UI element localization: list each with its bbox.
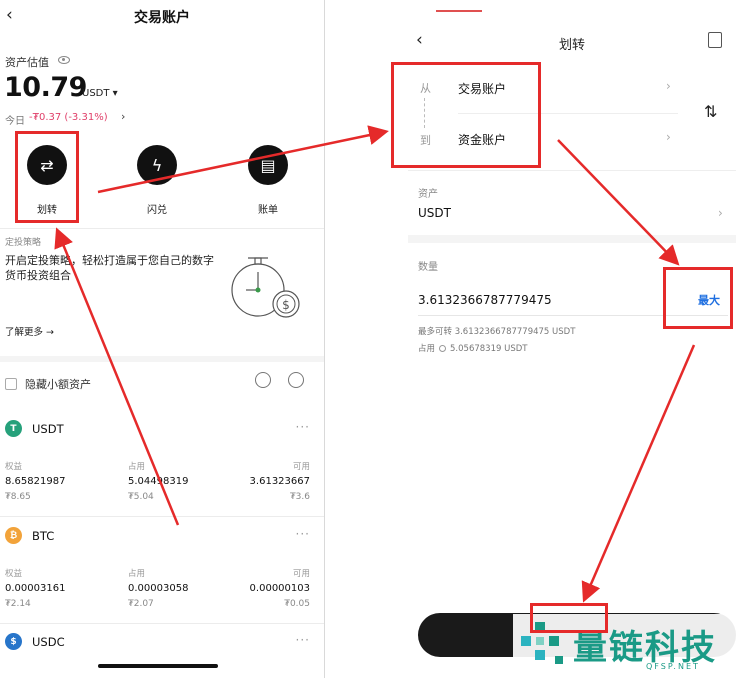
more-icon[interactable]: ··· xyxy=(296,633,310,647)
occupied-value: 5.05678319 USDT xyxy=(450,344,528,354)
equity-label: 权益 xyxy=(5,462,23,472)
highlight-accounts-box xyxy=(391,62,541,168)
occupied-text: 占用 5.05678319 USDT xyxy=(418,342,527,354)
eye-icon[interactable] xyxy=(58,56,70,64)
flash-exchange-label: 闪兑 xyxy=(147,205,167,216)
asset-estimate-label: 资产估值 xyxy=(5,56,49,69)
occupied-fiat: ₮5.04 xyxy=(128,492,154,502)
checkbox[interactable] xyxy=(5,377,17,390)
bill-label: 账单 xyxy=(258,205,278,216)
today-change: -₮0.37 (-3.31%) xyxy=(29,112,108,123)
available-label: 可用 xyxy=(292,569,310,579)
more-icon[interactable]: ··· xyxy=(296,420,310,434)
asset-symbol: USDC xyxy=(32,635,65,649)
divider xyxy=(0,516,324,517)
swap-accounts-icon[interactable]: ⇅ xyxy=(704,102,718,121)
svg-text:$: $ xyxy=(282,298,290,312)
home-indicator xyxy=(98,664,218,668)
page-title: 划转 xyxy=(558,38,585,53)
section-gap xyxy=(408,235,736,243)
asset-select[interactable]: USDT xyxy=(418,206,451,220)
hide-small-assets-toggle[interactable]: 隐藏小额资产 xyxy=(5,373,91,392)
watermark-sub: QFSP.NET xyxy=(646,662,700,671)
max-transferable-text: 最多可转 3.6132366787779475 USDT xyxy=(418,327,576,337)
equity-fiat: ₮2.14 xyxy=(5,599,31,609)
divider xyxy=(0,623,324,624)
equity-value: 8.65821987 xyxy=(5,476,66,487)
highlight-confirm-box xyxy=(530,603,608,633)
usdc-icon: $ xyxy=(5,633,22,650)
flash-exchange-icon: ϟ xyxy=(137,145,177,185)
search-icon[interactable] xyxy=(288,372,304,388)
chevron-right-icon: › xyxy=(718,206,723,220)
asset-row-btc[interactable]: ₿ BTC ··· 权益 占用 可用 0.00003161 0.00003058… xyxy=(0,527,324,627)
today-label: 今日 xyxy=(5,116,25,127)
equity-value: 0.00003161 xyxy=(5,583,66,594)
usdt-icon: T xyxy=(5,420,22,437)
available-value: 0.00000103 xyxy=(249,583,310,594)
target-icon[interactable] xyxy=(255,372,271,388)
currency-selector[interactable]: USDT ▾ xyxy=(82,88,118,99)
flash-exchange-button[interactable]: ϟ 闪兑 xyxy=(132,145,182,216)
occupied-value: 5.04498319 xyxy=(128,476,189,487)
asset-symbol: USDT xyxy=(32,422,64,436)
learn-more-link[interactable]: 了解更多 → xyxy=(5,324,54,338)
occupied-fiat: ₮2.07 xyxy=(128,599,154,609)
available-value: 3.61323667 xyxy=(249,476,310,487)
left-screen: ‹ 交易账户 资产估值 10.79 USDT ▾ 今日 -₮0.37 (-3.3… xyxy=(0,0,324,678)
transfer-history-icon[interactable] xyxy=(708,32,722,48)
occupied-label: 占用 xyxy=(418,344,436,354)
info-icon[interactable] xyxy=(439,345,447,352)
asset-row-usdt[interactable]: T USDT ··· 权益 占用 可用 8.65821987 5.0449831… xyxy=(0,420,324,520)
occupied-value: 0.00003058 xyxy=(128,583,189,594)
occupied-label: 占用 xyxy=(128,569,146,579)
bill-button[interactable]: ▤ 账单 xyxy=(243,145,293,216)
divider xyxy=(0,228,324,229)
section-gap xyxy=(0,356,324,362)
status-line xyxy=(436,10,482,12)
highlight-transfer-box xyxy=(15,131,79,223)
strategy-label: 定投策略 xyxy=(5,238,42,248)
equity-fiat: ₮8.65 xyxy=(5,492,31,502)
header: ‹ 交易账户 xyxy=(0,0,324,34)
asset-symbol: BTC xyxy=(32,529,55,543)
bill-icon: ▤ xyxy=(248,145,288,185)
divider xyxy=(408,170,736,171)
occupied-label: 占用 xyxy=(128,462,146,472)
clock-coin-icon: $ xyxy=(231,257,300,318)
quantity-input[interactable]: 3.6132366787779475 xyxy=(418,293,552,307)
asset-label: 资产 xyxy=(418,189,438,200)
chevron-right-icon: › xyxy=(666,130,671,144)
equity-label: 权益 xyxy=(5,569,23,579)
asset-row-usdc[interactable]: $ USDC ··· xyxy=(0,633,324,659)
panel-divider xyxy=(324,0,325,678)
btc-icon: ₿ xyxy=(5,527,22,544)
available-fiat: ₮3.6 xyxy=(289,492,310,502)
highlight-max-box xyxy=(663,267,733,329)
quantity-label: 数量 xyxy=(418,262,438,273)
available-fiat: ₮0.05 xyxy=(284,599,310,609)
chevron-right-icon[interactable]: › xyxy=(121,110,125,123)
asset-estimate-value: 10.79 xyxy=(4,72,87,103)
available-label: 可用 xyxy=(292,462,310,472)
chevron-right-icon: › xyxy=(666,79,671,93)
page-title: 交易账户 xyxy=(134,10,190,26)
more-icon[interactable]: ··· xyxy=(296,527,310,541)
strategy-banner-text[interactable]: 开启定投策略，轻松打造属于您自己的数字货币投资组合 xyxy=(5,253,215,283)
